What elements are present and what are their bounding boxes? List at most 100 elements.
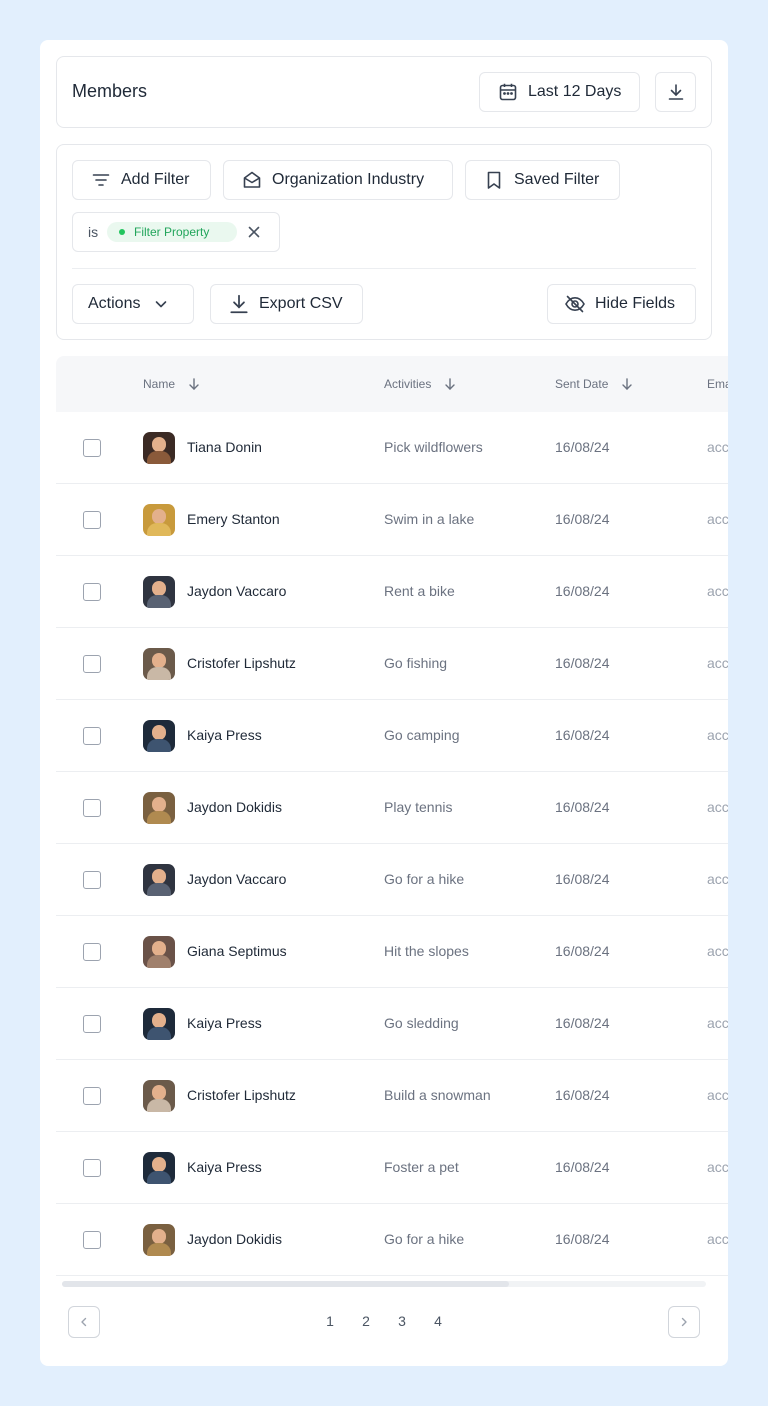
member-activity: Rent a bike: [384, 583, 455, 599]
member-name: Tiana Donin: [187, 439, 262, 455]
table-row[interactable]: Kaiya Press Foster a pet 16/08/24 acc: [56, 1132, 728, 1204]
avatar: [143, 720, 175, 752]
export-csv-button[interactable]: Export CSV: [210, 284, 363, 324]
member-sent-date: 16/08/24: [555, 943, 610, 959]
sort-arrow-down-icon: [622, 378, 633, 390]
member-name: Cristofer Lipshutz: [187, 1087, 296, 1103]
avatar-body: [147, 451, 171, 464]
member-name: Jaydon Vaccaro: [187, 583, 287, 599]
column-header-name[interactable]: Name: [143, 377, 201, 391]
avatar-body: [147, 1243, 171, 1256]
member-activity: Hit the slopes: [384, 943, 469, 959]
avatar-body: [147, 1099, 171, 1112]
table-row[interactable]: Cristofer Lipshutz Go fishing 16/08/24 acc: [56, 628, 728, 700]
avatar-head: [152, 1229, 166, 1244]
page-number-4[interactable]: 4: [430, 1313, 446, 1329]
active-filter-chip[interactable]: is Filter Property: [72, 212, 280, 252]
page-number-3[interactable]: 3: [394, 1313, 410, 1329]
column-name-label: Name: [143, 377, 176, 391]
column-header-email[interactable]: Email: [707, 377, 728, 391]
table-row[interactable]: Jaydon Vaccaro Go for a hike 16/08/24 acc: [56, 844, 728, 916]
member-name: Cristofer Lipshutz: [187, 655, 296, 671]
filter-value-pill: Filter Property: [107, 222, 237, 242]
avatar: [143, 1008, 175, 1040]
member-sent-date: 16/08/24: [555, 799, 610, 815]
member-activity: Go for a hike: [384, 1231, 465, 1247]
previous-page-button[interactable]: [68, 1306, 100, 1338]
row-checkbox[interactable]: [83, 1159, 101, 1177]
avatar: [143, 936, 175, 968]
sort-arrow-down-icon: [189, 378, 199, 390]
member-email: acc: [707, 511, 728, 527]
sort-arrow-down-icon: [445, 378, 456, 390]
avatar: [143, 1224, 175, 1256]
horizontal-scrollbar[interactable]: [62, 1281, 706, 1287]
table-row[interactable]: Tiana Donin Pick wildflowers 16/08/24 acc: [56, 412, 728, 484]
row-checkbox[interactable]: [83, 943, 101, 961]
members-card: Members Last 12 Days Add Filter Organiza…: [40, 40, 728, 1366]
saved-filter-button[interactable]: Saved Filter: [465, 160, 620, 200]
filter-divider: [72, 268, 696, 269]
avatar-head: [152, 1157, 166, 1172]
date-range-button[interactable]: Last 12 Days: [479, 72, 640, 112]
avatar-head: [152, 581, 166, 596]
row-checkbox[interactable]: [83, 799, 101, 817]
member-email: acc: [707, 1159, 728, 1175]
table-row[interactable]: Jaydon Dokidis Go for a hike 16/08/24 acc: [56, 1204, 728, 1276]
column-header-sent-date[interactable]: Sent Date: [555, 377, 634, 391]
table-row[interactable]: Cristofer Lipshutz Build a snowman 16/08/2…: [56, 1060, 728, 1132]
avatar: [143, 864, 175, 896]
envelope-open-icon: [243, 171, 261, 188]
bookmark-icon: [487, 171, 501, 189]
row-checkbox[interactable]: [83, 511, 101, 529]
page-number-2[interactable]: 2: [358, 1313, 374, 1329]
member-name: Kaiya Press: [187, 727, 262, 743]
table-row[interactable]: Kaiya Press Go camping 16/08/24 acc: [56, 700, 728, 772]
status-dot-icon: [119, 229, 125, 235]
row-checkbox[interactable]: [83, 1231, 101, 1249]
member-sent-date: 16/08/24: [555, 871, 610, 887]
row-checkbox[interactable]: [83, 871, 101, 889]
avatar: [143, 1152, 175, 1184]
next-page-button[interactable]: [668, 1306, 700, 1338]
hide-fields-button[interactable]: Hide Fields: [547, 284, 696, 324]
row-checkbox[interactable]: [83, 1087, 101, 1105]
member-email: acc: [707, 943, 728, 959]
avatar-head: [152, 1085, 166, 1100]
member-name: Emery Stanton: [187, 511, 280, 527]
filter-operator: is: [88, 224, 99, 240]
member-email: acc: [707, 583, 728, 599]
scrollbar-thumb[interactable]: [62, 1281, 509, 1287]
remove-filter-icon[interactable]: [246, 224, 262, 240]
table-row[interactable]: Jaydon Vaccaro Rent a bike 16/08/24 acc: [56, 556, 728, 628]
row-checkbox[interactable]: [83, 655, 101, 673]
row-checkbox[interactable]: [83, 1015, 101, 1033]
organization-industry-button[interactable]: Organization Industry: [223, 160, 453, 200]
member-name: Jaydon Dokidis: [187, 799, 282, 815]
column-header-activities[interactable]: Activities: [384, 377, 457, 391]
table-row[interactable]: Emery Stanton Swim in a lake 16/08/24 acc: [56, 484, 728, 556]
export-csv-label: Export CSV: [259, 295, 343, 312]
member-sent-date: 16/08/24: [555, 727, 610, 743]
add-filter-button[interactable]: Add Filter: [72, 160, 211, 200]
eye-off-icon: [565, 295, 585, 313]
avatar: [143, 432, 175, 464]
row-checkbox[interactable]: [83, 439, 101, 457]
avatar-body: [147, 883, 171, 896]
avatar-body: [147, 811, 171, 824]
table-row[interactable]: Kaiya Press Go sledding 16/08/24 acc: [56, 988, 728, 1060]
avatar: [143, 504, 175, 536]
actions-dropdown[interactable]: Actions: [72, 284, 194, 324]
row-checkbox[interactable]: [83, 727, 101, 745]
table-header: Name Activities Sent Date Email: [56, 356, 728, 412]
table-row[interactable]: Jaydon Dokidis Play tennis 16/08/24 acc: [56, 772, 728, 844]
page-number-1[interactable]: 1: [322, 1313, 338, 1329]
members-table: Name Activities Sent Date Email Tiana Do…: [56, 356, 728, 1276]
download-icon: [668, 84, 683, 100]
member-sent-date: 16/08/24: [555, 1159, 610, 1175]
avatar-body: [147, 955, 171, 968]
download-button[interactable]: [655, 72, 696, 112]
table-row[interactable]: Giana Septimus Hit the slopes 16/08/24 acc: [56, 916, 728, 988]
member-email: acc: [707, 1087, 728, 1103]
row-checkbox[interactable]: [83, 583, 101, 601]
